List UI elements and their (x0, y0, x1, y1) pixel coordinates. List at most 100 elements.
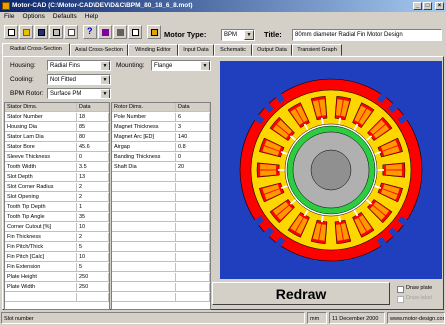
table-row[interactable]: Fin Extension 5 (5, 263, 109, 272)
row-value[interactable] (176, 233, 210, 241)
mounting-select[interactable]: Flange ▼ (151, 60, 211, 71)
table-row[interactable]: Airgap 0.8 (112, 143, 210, 152)
chevron-down-icon[interactable]: ▼ (244, 30, 254, 40)
table-row[interactable]: Tooth Tip Angle 35 (5, 213, 109, 222)
row-value[interactable]: 1 (77, 203, 109, 211)
table-row[interactable]: Slot Corner Radius 2 (5, 183, 109, 192)
table-row[interactable] (112, 183, 210, 192)
table-row[interactable] (112, 293, 210, 302)
cooling-select[interactable]: Not Fitted ▼ (47, 74, 111, 85)
table-row[interactable]: Magnet Thickness 3 (112, 123, 210, 132)
row-value[interactable] (176, 193, 210, 201)
table-row[interactable]: Magnet Arc [ED] 140 (112, 133, 210, 142)
row-value[interactable]: 85 (77, 123, 109, 131)
row-value[interactable]: 2 (77, 183, 109, 191)
table-row[interactable] (112, 233, 210, 242)
table-row[interactable]: Plate Height 250 (5, 273, 109, 282)
table-row[interactable]: Plate Width 250 (5, 283, 109, 292)
row-value[interactable]: 10 (77, 253, 109, 261)
row-value[interactable]: 0 (77, 153, 109, 161)
help-icon[interactable]: ? (83, 25, 97, 39)
tab-transient-graph[interactable]: Transient Graph (292, 44, 342, 56)
tab-input-data[interactable]: Input Data (178, 44, 214, 56)
row-value[interactable] (77, 293, 109, 301)
row-value[interactable]: 2 (77, 233, 109, 241)
print-preview-button[interactable] (64, 25, 78, 39)
row-value[interactable] (176, 183, 210, 191)
menu-options[interactable]: Options (18, 12, 48, 22)
motor-icon[interactable] (147, 25, 161, 39)
row-value[interactable]: 3 (176, 123, 210, 131)
tab-winding-editor[interactable]: Winding Editor (128, 44, 178, 56)
row-value[interactable]: 18 (77, 113, 109, 121)
table-row[interactable]: Fin Pitch/Thick 5 (5, 243, 109, 252)
table-row[interactable]: Banding Thickness 0 (112, 153, 210, 162)
table-row[interactable]: Fin Pitch [Calc] 10 (5, 253, 109, 262)
menu-file[interactable]: File (0, 12, 18, 22)
new-file-button[interactable] (4, 25, 18, 39)
row-value[interactable]: 250 (77, 283, 109, 291)
row-value[interactable] (176, 283, 210, 291)
chevron-down-icon[interactable]: ▼ (100, 61, 110, 70)
tab-output-data[interactable]: Output Data (252, 44, 292, 56)
open-file-button[interactable] (19, 25, 33, 39)
motor-type-select[interactable]: BPM ▼ (221, 29, 255, 41)
row-value[interactable]: 0 (176, 153, 210, 161)
table-row[interactable] (112, 213, 210, 222)
row-value[interactable]: 5 (77, 243, 109, 251)
row-value[interactable]: 2 (77, 193, 109, 201)
info-icon[interactable] (128, 25, 142, 39)
table-row[interactable]: Sleeve Thickness 0 (5, 153, 109, 162)
table-row[interactable]: Stator Lam Dia 80 (5, 133, 109, 142)
row-value[interactable]: 13 (77, 173, 109, 181)
bpm-rotor-select[interactable]: Surface PM ▼ (47, 88, 111, 99)
table-row[interactable]: Shaft Dia 20 (112, 163, 210, 172)
tab-schematic[interactable]: Schematic (214, 44, 252, 56)
row-value[interactable]: 5 (77, 263, 109, 271)
row-value[interactable]: 45.6 (77, 143, 109, 151)
row-value[interactable] (176, 173, 210, 181)
chevron-down-icon[interactable]: ▼ (100, 89, 110, 98)
minimize-button[interactable]: _ (413, 2, 422, 10)
table-row[interactable] (112, 253, 210, 262)
row-value[interactable] (176, 223, 210, 231)
row-value[interactable]: 140 (176, 133, 210, 141)
chevron-down-icon[interactable]: ▼ (100, 75, 110, 84)
wizard-icon[interactable] (98, 25, 112, 39)
table-row[interactable] (5, 293, 109, 302)
row-value[interactable]: 35 (77, 213, 109, 221)
tab-radial-cross-section[interactable]: Radial Cross-Section (2, 43, 70, 56)
menu-defaults[interactable]: Defaults (49, 12, 81, 22)
print-button[interactable] (49, 25, 63, 39)
table-row[interactable]: Corner Cutout [%] 10 (5, 223, 109, 232)
row-value[interactable]: 10 (77, 223, 109, 231)
save-file-button[interactable] (34, 25, 48, 39)
row-value[interactable] (176, 263, 210, 271)
draw-label-checkbox[interactable] (397, 296, 404, 303)
table-row[interactable] (112, 243, 210, 252)
table-row[interactable] (112, 203, 210, 212)
row-value[interactable] (176, 243, 210, 251)
table-row[interactable] (112, 283, 210, 292)
row-value[interactable]: 20 (176, 163, 210, 171)
table-row[interactable]: Pole Number 6 (112, 113, 210, 122)
table-row[interactable]: Tooth Tip Depth 1 (5, 203, 109, 212)
chevron-down-icon[interactable]: ▼ (200, 61, 210, 70)
table-row[interactable]: Slot Depth 13 (5, 173, 109, 182)
redraw-button[interactable]: Redraw (212, 282, 390, 305)
row-value[interactable] (176, 203, 210, 211)
row-value[interactable] (176, 273, 210, 281)
row-value[interactable] (176, 293, 210, 301)
table-row[interactable] (112, 273, 210, 282)
housing-select[interactable]: Radial Fins ▼ (47, 60, 111, 71)
table-row[interactable]: Slot Opening 2 (5, 193, 109, 202)
title-input[interactable]: 80mm diameter Radial Fin Motor Design (292, 29, 442, 41)
table-row[interactable] (112, 223, 210, 232)
row-value[interactable]: 6 (176, 113, 210, 121)
table-row[interactable] (112, 263, 210, 272)
row-value[interactable]: 80 (77, 133, 109, 141)
table-row[interactable]: Housing Dia 85 (5, 123, 109, 132)
table-row[interactable]: Fin Thickness 2 (5, 233, 109, 242)
table-row[interactable]: Stator Bore 45.6 (5, 143, 109, 152)
close-button[interactable]: × (435, 2, 444, 10)
